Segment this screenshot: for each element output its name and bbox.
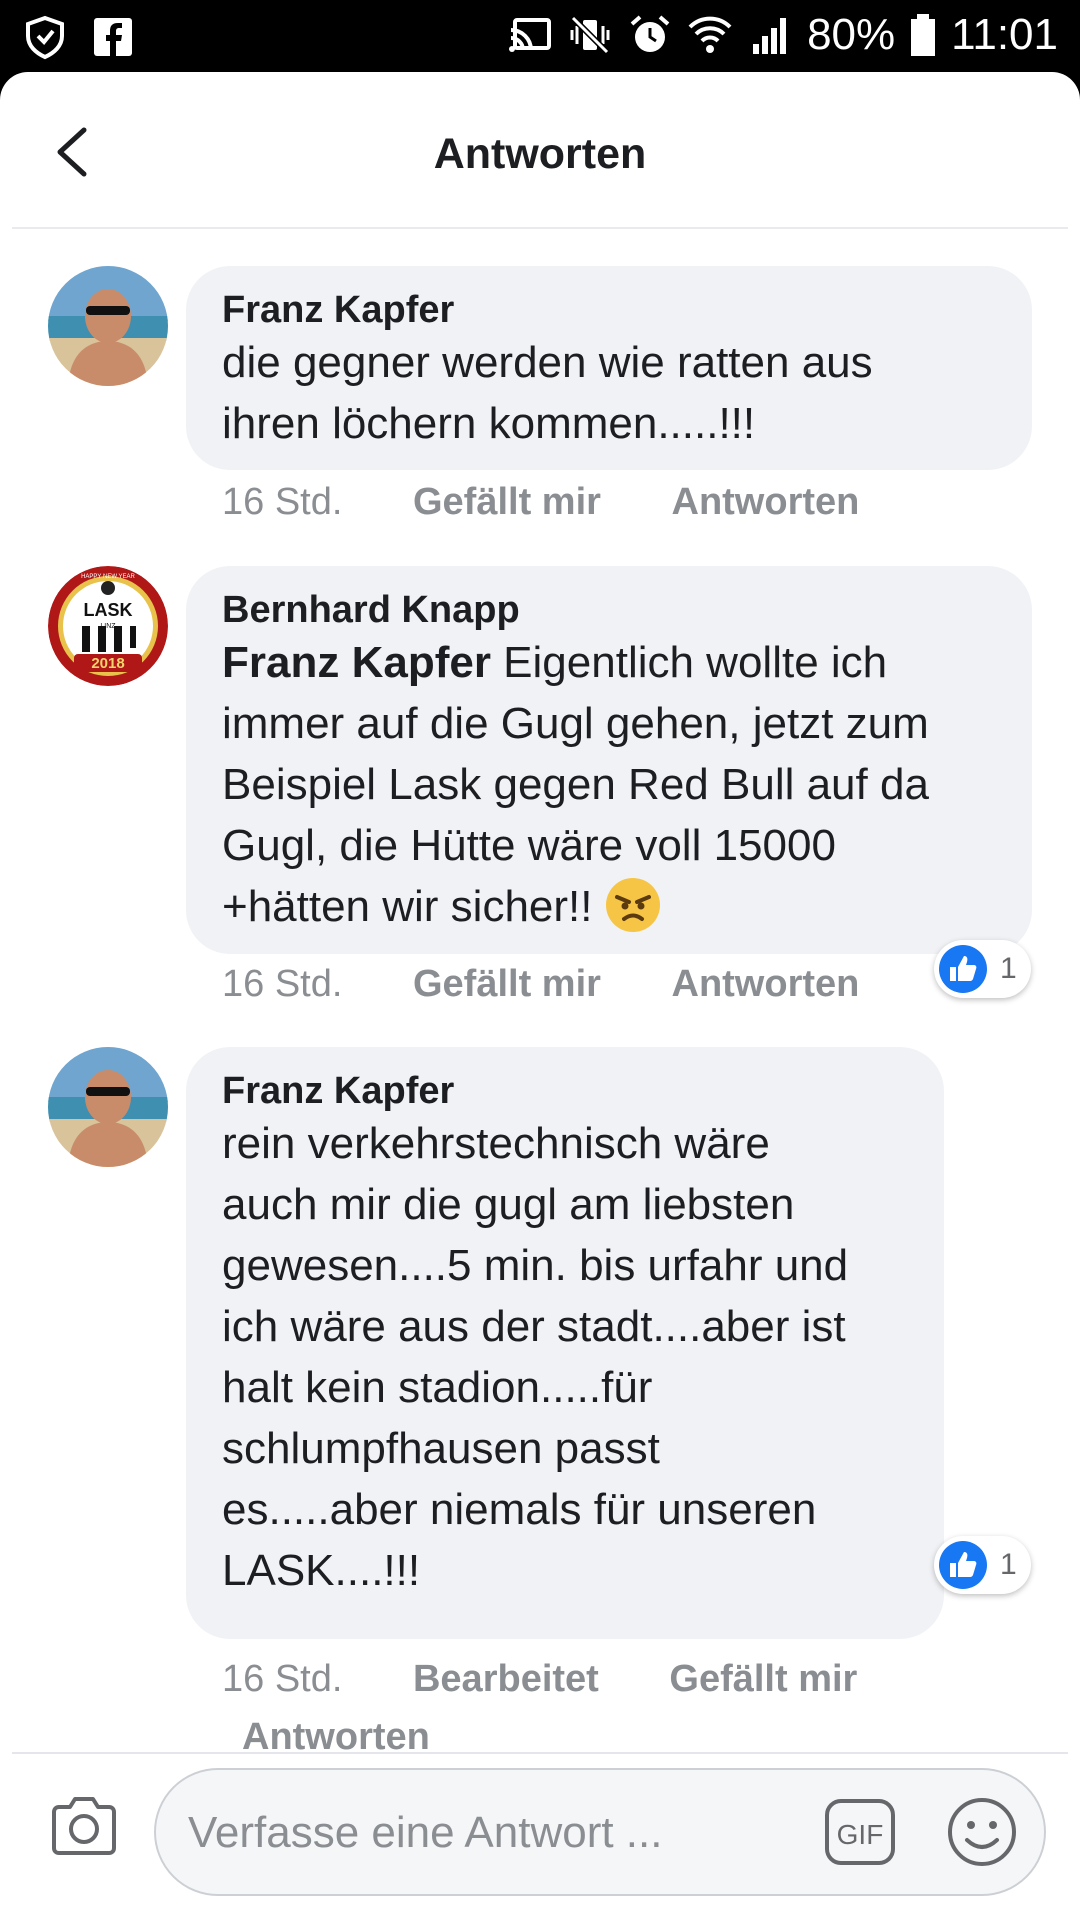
header-divider: [12, 227, 1068, 229]
comment-line: schlumpfhausen passt: [222, 1424, 660, 1473]
page-title: Antworten: [433, 130, 647, 178]
avatar-year: 2018: [91, 655, 124, 672]
like-action-button[interactable]: Gefällt mir: [413, 963, 601, 1005]
signal-icon: [753, 18, 787, 54]
battery-percent: 80%: [807, 10, 896, 59]
comment-time: 16 Std.: [222, 963, 343, 1005]
cast-icon: [509, 18, 552, 52]
comment-meta: 16 Std. Bearbeitet Gefällt mir Antworten: [222, 1650, 922, 1766]
reply-composer: Verfasse eine Antwort ... GIF: [0, 1754, 1080, 1920]
avatar[interactable]: [48, 1047, 168, 1167]
reaction-count-badge[interactable]: 1: [934, 940, 1031, 998]
camera-icon[interactable]: [48, 1790, 120, 1862]
comment-line: Beispiel Lask gegen Red Bull auf da: [222, 760, 929, 809]
comment-line: die gegner werden wie ratten aus: [222, 338, 873, 387]
like-thumb-icon: [939, 1541, 987, 1589]
like-action-button[interactable]: Gefällt mir: [669, 1658, 857, 1700]
comment-line: Gugl, die Hütte wäre voll 15000: [222, 821, 836, 870]
header: Antworten: [0, 72, 1080, 229]
reaction-count: 1: [1000, 1548, 1017, 1581]
facebook-icon: [94, 18, 132, 56]
avatar-banner: HAPPY NEW YEAR: [81, 574, 135, 580]
comment-time: 16 Std.: [222, 481, 343, 523]
clock: 11:01: [951, 10, 1058, 59]
gif-icon[interactable]: GIF: [824, 1798, 896, 1866]
reply-action-button[interactable]: Antworten: [672, 963, 860, 1005]
comment-author[interactable]: Bernhard Knapp: [222, 588, 996, 632]
comment-text: rein verkehrstechnisch wäre auch mir die…: [222, 1113, 908, 1601]
comment-line: ihren löchern kommen.....!!!: [222, 399, 756, 448]
wifi-icon: [688, 16, 732, 53]
reply-input[interactable]: Verfasse eine Antwort ... GIF: [154, 1768, 1046, 1896]
lask-logo-avatar: LASK LINZ HAPPY NEW YEAR 2018: [48, 566, 168, 686]
avatar[interactable]: LASK LINZ HAPPY NEW YEAR 2018: [48, 566, 168, 686]
comment-line: gewesen....5 min. bis urfahr und: [222, 1241, 849, 1290]
edited-label[interactable]: Bearbeitet: [413, 1658, 599, 1700]
comment-line: ich wäre aus der stadt....aber ist: [222, 1302, 846, 1351]
reaction-count-badge[interactable]: 1: [934, 1536, 1031, 1594]
alarm-icon: [630, 15, 670, 52]
like-action-button[interactable]: Gefällt mir: [413, 481, 601, 523]
avatar[interactable]: [48, 266, 168, 386]
comment-text: die gegner werden wie ratten aus ihren l…: [222, 332, 996, 454]
comment-meta: 16 Std. Gefällt mir Antworten: [222, 481, 859, 524]
avatar-logo-text: LASK: [84, 600, 133, 620]
vibrate-icon: [570, 15, 610, 55]
mention-link[interactable]: Franz Kapfer: [222, 638, 491, 687]
comment-line: +hätten wir sicher!!: [222, 876, 996, 937]
comment-line: halt kein stadion.....für: [222, 1363, 653, 1412]
profile-photo: [48, 1047, 168, 1167]
comment-line-rest: Eigentlich wollte ich: [490, 638, 888, 687]
smiley-icon[interactable]: [946, 1796, 1018, 1868]
like-thumb-icon: [939, 945, 987, 993]
comment-line: immer auf die Gugl gehen, jetzt zum: [222, 699, 929, 748]
comment-line: es.....aber niemals für unseren: [222, 1485, 817, 1534]
comment-line: auch mir die gugl am liebsten: [222, 1180, 795, 1229]
reply-input-placeholder: Verfasse eine Antwort ...: [188, 1808, 663, 1857]
status-bar: 80% 11:01: [0, 0, 1080, 72]
shield-icon: [26, 15, 64, 60]
battery-icon: [911, 14, 936, 56]
comment-line: Franz Kapfer Eigentlich wollte ich: [222, 632, 996, 693]
comment-author[interactable]: Franz Kapfer: [222, 1069, 908, 1113]
reaction-count: 1: [1000, 952, 1017, 985]
comment-line: LASK....!!!: [222, 1546, 421, 1595]
comment-bubble: Franz Kapfer rein verkehrstechnisch wäre…: [186, 1047, 944, 1639]
avatar-logo-subtext: LINZ: [100, 623, 116, 630]
comment-line: rein verkehrstechnisch wäre: [222, 1119, 770, 1168]
comment-bubble: Bernhard Knapp Franz Kapfer Eigentlich w…: [186, 566, 1032, 954]
comment-line-text: +hätten wir sicher!!: [222, 882, 605, 931]
comment-text: Franz Kapfer Eigentlich wollte ich immer…: [222, 632, 996, 937]
replies-sheet: Antworten Franz Kapfer die gegner werden…: [0, 72, 1080, 1920]
profile-photo: [48, 266, 168, 386]
gif-label: GIF: [837, 1819, 884, 1850]
comment-bubble: Franz Kapfer die gegner werden wie ratte…: [186, 266, 1032, 470]
comment-meta: 16 Std. Gefällt mir Antworten: [222, 963, 859, 1006]
reply-action-button[interactable]: Antworten: [672, 481, 860, 523]
comment-author[interactable]: Franz Kapfer: [222, 288, 996, 332]
comment-time: 16 Std.: [222, 1658, 343, 1700]
angry-emoji-icon: [605, 878, 660, 932]
